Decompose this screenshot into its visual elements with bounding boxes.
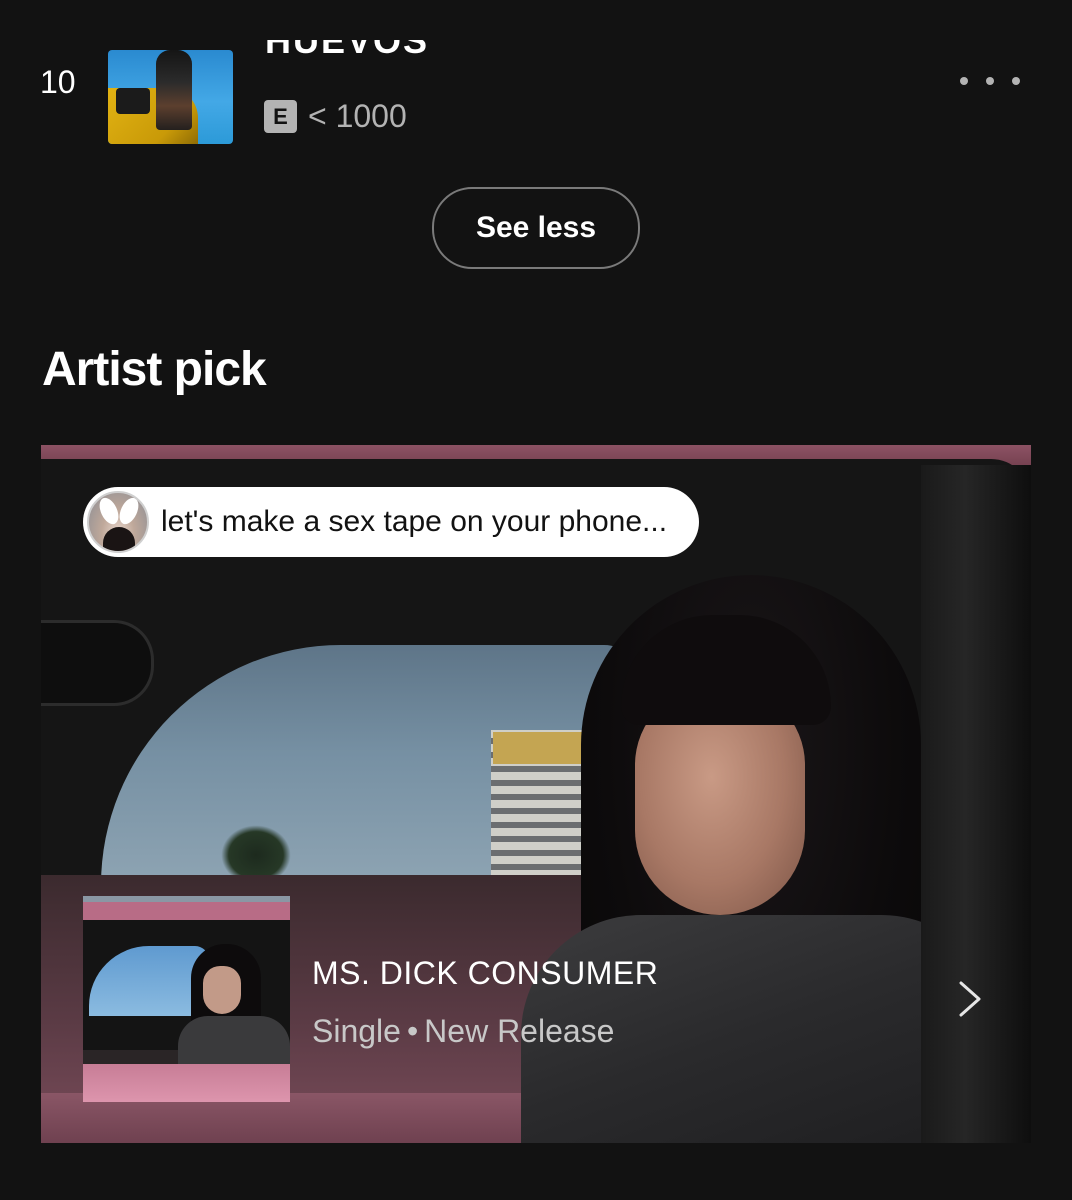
- avatar-hair: [103, 527, 135, 551]
- artist-quote-text: let's make a sex tape on your phone...: [161, 505, 668, 538]
- bunny-ear-left: [95, 494, 123, 528]
- track-cover-art: [108, 50, 233, 144]
- cover-car-window: [116, 88, 150, 114]
- track-title-text: HUEVOS: [265, 40, 430, 61]
- dot: [1012, 77, 1020, 85]
- thumb-door: [83, 1064, 290, 1102]
- see-less-button[interactable]: See less: [432, 187, 640, 269]
- track-number: 10: [40, 64, 76, 100]
- dot: [960, 77, 968, 85]
- release-title: MS. DICK CONSUMER: [312, 955, 659, 991]
- artist-page: 10 HUEVOS E < 1000 See less Artist pick: [0, 0, 1072, 1200]
- more-options-icon[interactable]: [960, 68, 1020, 94]
- car-pillar: [921, 465, 1031, 1143]
- artist-pick-heading: Artist pick: [42, 343, 267, 396]
- track-row[interactable]: 10 HUEVOS E < 1000: [0, 40, 1072, 150]
- cover-figure: [156, 50, 192, 130]
- release-meta: Single • New Release: [312, 1013, 614, 1050]
- thumb-face: [203, 966, 241, 1014]
- rearview-mirror: [41, 620, 154, 706]
- explicit-badge: E: [264, 100, 297, 133]
- chevron-right-icon[interactable]: [953, 979, 987, 1019]
- release-cover-art: [83, 896, 290, 1102]
- bunny-ear-right: [115, 494, 143, 528]
- track-title: HUEVOS: [265, 40, 429, 70]
- release-tag: New Release: [424, 1013, 615, 1049]
- artist-avatar: [87, 491, 149, 553]
- artist-quote-bubble: let's make a sex tape on your phone...: [83, 487, 700, 557]
- meta-separator: •: [406, 1013, 419, 1049]
- play-count: < 1000: [308, 98, 407, 134]
- dot: [986, 77, 994, 85]
- building-top: [493, 732, 587, 764]
- artist-pick-card[interactable]: let's make a sex tape on your phone... M…: [41, 445, 1031, 1143]
- release-type: Single: [312, 1013, 401, 1049]
